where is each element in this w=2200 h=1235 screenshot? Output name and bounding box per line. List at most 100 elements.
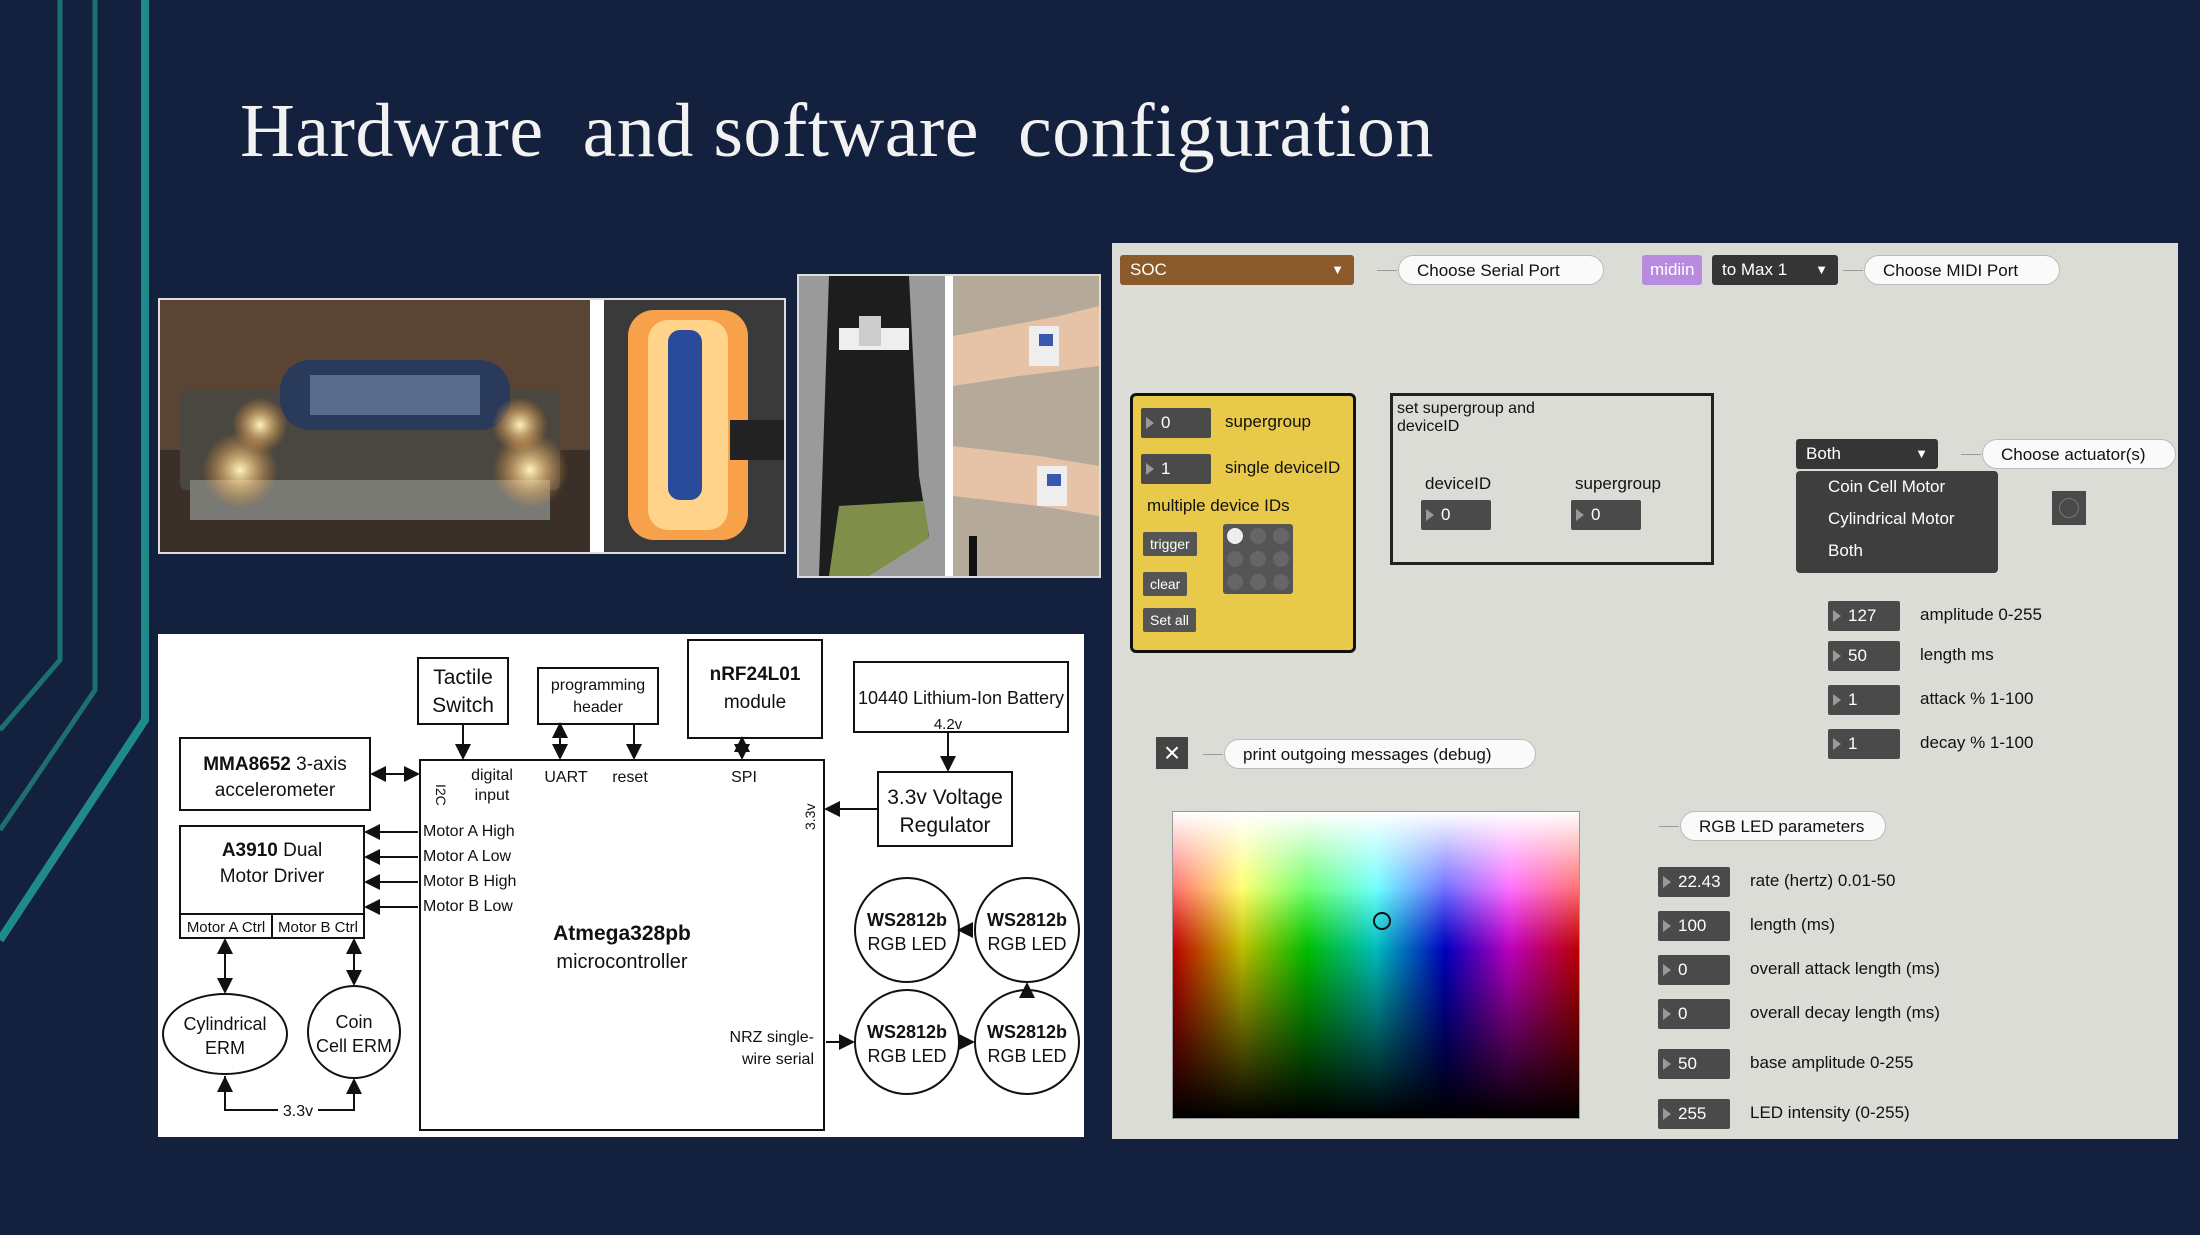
supergroup-label: supergroup <box>1225 412 1312 431</box>
amplitude-number[interactable]: 127 <box>1828 601 1900 631</box>
svg-text:Motor A Low: Motor A Low <box>423 848 511 865</box>
svg-text:input: input <box>475 787 510 804</box>
slide-title: Hardware and software configuration <box>240 89 1434 173</box>
bang-button[interactable] <box>2052 491 2086 525</box>
hardware-block-diagram: Tactile Switch programming header nRF24L… <box>158 634 1084 1137</box>
svg-text:3.3v: 3.3v <box>283 1103 313 1120</box>
single-deviceid-number[interactable]: 1 <box>1141 454 1211 484</box>
single-deviceid-label: single deviceID <box>1225 458 1341 477</box>
svg-text:Cell ERM: Cell ERM <box>316 1036 392 1056</box>
svg-text:Motor B Ctrl: Motor B Ctrl <box>278 919 358 936</box>
debug-toggle[interactable]: × <box>1156 737 1188 769</box>
svg-text:accelerometer: accelerometer <box>215 780 336 801</box>
actuator-value: Both <box>1806 444 1841 463</box>
decay-number[interactable]: 1 <box>1828 729 1900 759</box>
svg-text:header: header <box>573 699 623 716</box>
device-photo <box>158 298 786 554</box>
attack-number[interactable]: 1 <box>1828 685 1900 715</box>
overall-attack-number[interactable]: 0 <box>1658 955 1730 985</box>
deviceid-label: deviceID <box>1425 474 1492 493</box>
svg-text:digital: digital <box>471 767 513 784</box>
led-intensity-number[interactable]: 255 <box>1658 1099 1730 1129</box>
svg-text:programming: programming <box>551 677 645 694</box>
clear-button[interactable]: clear <box>1143 572 1188 596</box>
midiin-object[interactable]: midiin <box>1642 255 1702 285</box>
trigger-button[interactable]: trigger <box>1143 532 1197 556</box>
actuator-menu[interactable]: Both ▼ <box>1796 439 1938 469</box>
svg-text:RGB LED: RGB LED <box>867 934 946 954</box>
actuator-option-cylindrical[interactable]: Cylindrical Motor <box>1796 503 1998 535</box>
rate-label: rate (hertz) 0.01-50 <box>1750 871 1896 890</box>
device-matrix-grid[interactable] <box>1223 524 1293 594</box>
svg-text:module: module <box>724 692 786 713</box>
wearable-photo <box>797 274 1101 578</box>
midi-port-menu[interactable]: to Max 1 ▼ <box>1712 255 1838 285</box>
actuator-option-both[interactable]: Both <box>1796 535 1998 567</box>
supergroup-number[interactable]: 0 <box>1141 408 1211 438</box>
attack-label: attack % 1-100 <box>1920 689 2034 708</box>
svg-text:Switch: Switch <box>432 694 494 717</box>
midi-port-comment: Choose MIDI Port <box>1843 255 2060 285</box>
decay-label: decay % 1-100 <box>1920 733 2034 752</box>
svg-text:WS2812b: WS2812b <box>867 1022 947 1042</box>
svg-text:Cylindrical: Cylindrical <box>183 1014 266 1034</box>
svg-text:RGB LED: RGB LED <box>987 1046 1066 1066</box>
bang-circle-icon <box>2059 498 2079 518</box>
serial-port-menu[interactable]: SOC ▼ <box>1120 255 1354 285</box>
svg-text:I2C: I2C <box>433 784 449 806</box>
svg-text:wire serial: wire serial <box>741 1051 814 1068</box>
deviceid-number[interactable]: 0 <box>1421 500 1491 530</box>
base-amplitude-number[interactable]: 50 <box>1658 1049 1730 1079</box>
multiple-ids-label: multiple device IDs <box>1147 496 1290 515</box>
led-length-label: length (ms) <box>1750 915 1836 934</box>
serial-port-comment: Choose Serial Port <box>1377 255 1604 285</box>
overall-decay-number[interactable]: 0 <box>1658 999 1730 1029</box>
set-box-title-2: deviceID <box>1397 418 1460 435</box>
rgb-led-comment: RGB LED parameters <box>1659 811 1886 841</box>
svg-text:Motor A High: Motor A High <box>423 823 515 840</box>
svg-text:3.3v: 3.3v <box>802 804 818 830</box>
set-all-button[interactable]: Set all <box>1143 608 1196 632</box>
svg-text:RGB LED: RGB LED <box>987 934 1066 954</box>
debug-comment: print outgoing messages (debug) <box>1203 739 1536 769</box>
svg-text:ERM: ERM <box>205 1038 245 1058</box>
svg-text:nRF24L01: nRF24L01 <box>710 664 801 685</box>
length-ms-label: length ms <box>1920 645 1994 664</box>
led-length-number[interactable]: 100 <box>1658 911 1730 941</box>
rate-number[interactable]: 22.43 <box>1658 867 1730 897</box>
base-amplitude-label: base amplitude 0-255 <box>1750 1053 1914 1072</box>
color-cursor[interactable] <box>1373 912 1391 930</box>
svg-text:WS2812b: WS2812b <box>987 1022 1067 1042</box>
length-ms-number[interactable]: 50 <box>1828 641 1900 671</box>
svg-text:Atmega328pb: Atmega328pb <box>553 922 691 945</box>
actuator-option-coin[interactable]: Coin Cell Motor <box>1796 471 1998 503</box>
svg-text:10440 Lithium-Ion Battery: 10440 Lithium-Ion Battery <box>858 688 1064 708</box>
svg-text:4.2v: 4.2v <box>934 716 963 733</box>
color-picker[interactable] <box>1172 811 1580 1119</box>
svg-text:SPI: SPI <box>731 769 757 786</box>
supergroup2-number[interactable]: 0 <box>1571 500 1641 530</box>
midi-port-value: to Max 1 <box>1722 260 1788 279</box>
amplitude-label: amplitude 0-255 <box>1920 605 2042 624</box>
svg-text:WS2812b: WS2812b <box>987 910 1067 930</box>
chevron-down-icon: ▼ <box>1331 262 1344 277</box>
device-id-panel: 0 supergroup 1 single deviceID multiple … <box>1130 393 1356 653</box>
actuator-comment: Choose actuator(s) <box>1961 439 2176 469</box>
svg-text:Motor B Low: Motor B Low <box>423 898 513 915</box>
svg-text:microcontroller: microcontroller <box>556 951 687 973</box>
overall-attack-label: overall attack length (ms) <box>1750 959 1940 978</box>
max-patch-window: SOC ▼ Choose Serial Port midiin to Max 1 ▼… <box>1112 243 2178 1139</box>
set-supergroup-panel: set supergroup and deviceID deviceID 0 s… <box>1390 393 1714 565</box>
serial-port-value: SOC <box>1130 260 1167 279</box>
chevron-down-icon: ▼ <box>1915 446 1928 461</box>
set-box-title-1: set supergroup and <box>1397 400 1535 417</box>
led-intensity-label: LED intensity (0-255) <box>1750 1103 1910 1122</box>
svg-text:UART: UART <box>544 769 587 786</box>
svg-text:NRZ single-: NRZ single- <box>730 1029 814 1046</box>
svg-text:WS2812b: WS2812b <box>867 910 947 930</box>
actuator-dropdown-list: Coin Cell Motor Cylindrical Motor Both <box>1796 471 1998 573</box>
svg-text:reset: reset <box>612 769 648 786</box>
svg-text:Motor B High: Motor B High <box>423 873 516 890</box>
svg-text:MMA8652 3-axis: MMA8652 3-axis <box>203 754 347 775</box>
svg-text:Regulator: Regulator <box>899 814 990 837</box>
